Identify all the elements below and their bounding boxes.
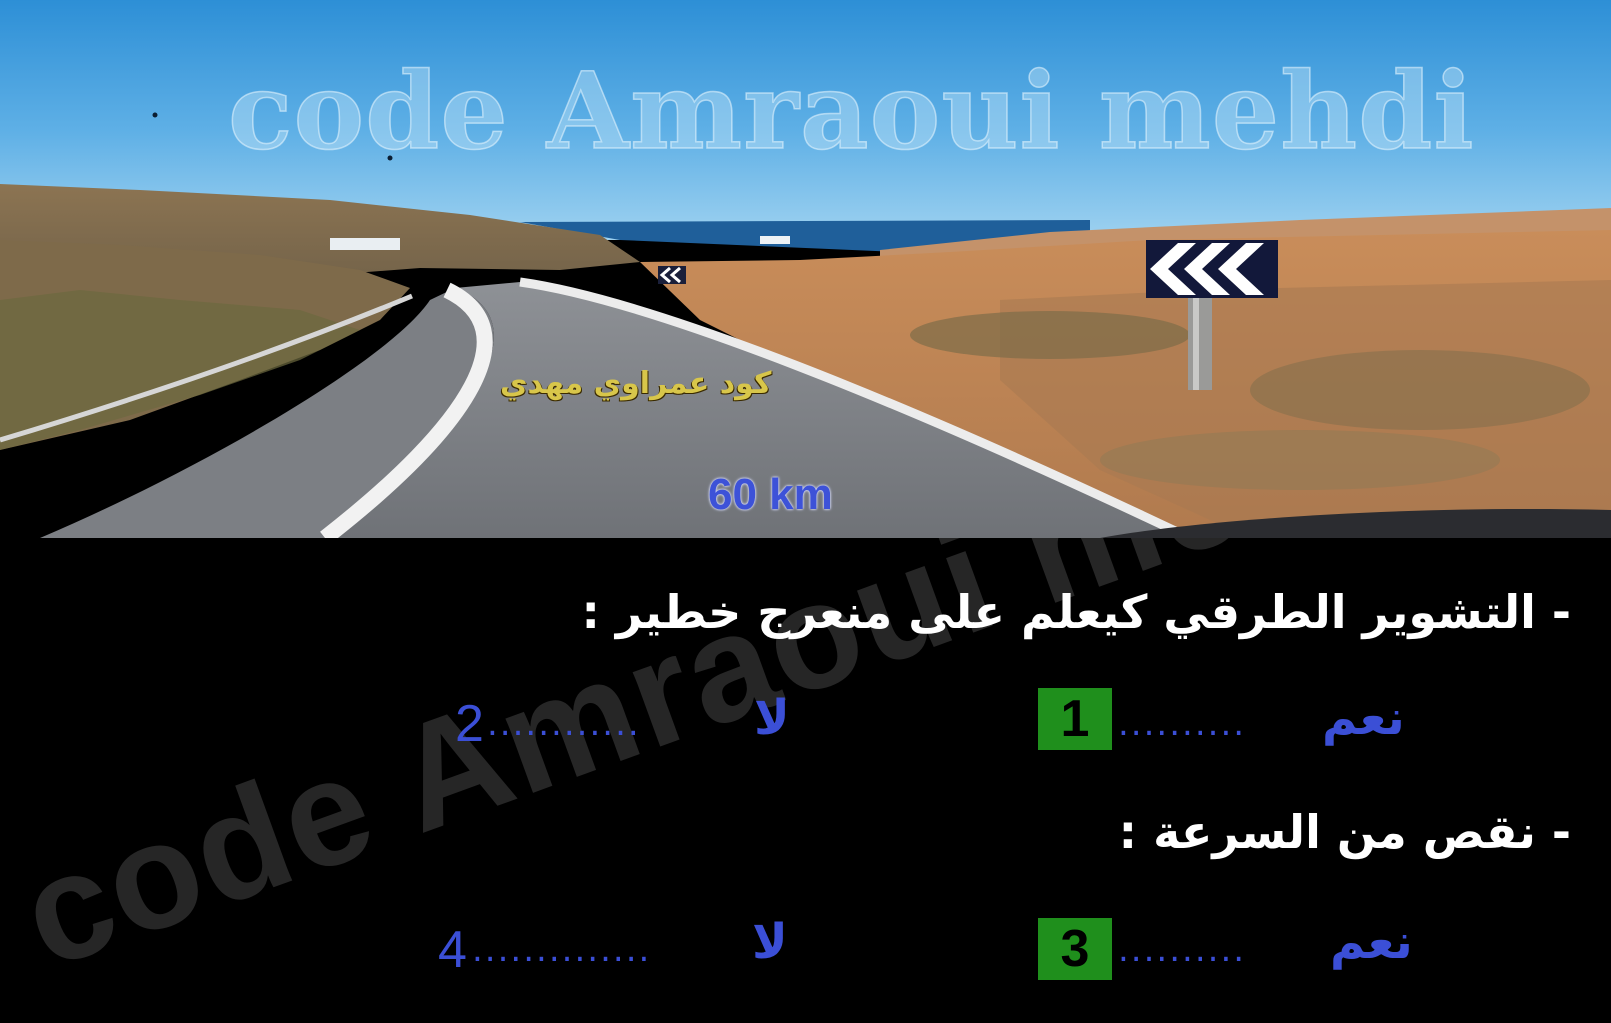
- speed-indicator: 60 km: [708, 470, 833, 519]
- answer-no-label: لا: [752, 914, 788, 970]
- answer-dots: ..............: [472, 930, 652, 970]
- answer-no-number: 2: [455, 695, 484, 753]
- answer-dots: ..........: [1118, 704, 1247, 744]
- question-1-text: - التشوير الطرقي كيعلم على منعرج خطير :: [581, 585, 1572, 639]
- road-scene: code Amraoui mehdi كود عمراوي مهدي 60 km: [0, 0, 1611, 538]
- answer-yes-label: نعم: [1330, 914, 1413, 970]
- watermark-top: code Amraoui mehdi: [227, 47, 1475, 174]
- answer-yes-label: نعم: [1322, 690, 1405, 746]
- video-frame: code Amraoui mehdi كود عمراوي مهدي 60 km…: [0, 0, 1611, 1023]
- answer-yes-number-selected: 3: [1038, 918, 1112, 980]
- answer-yes-number-selected: 1: [1038, 688, 1112, 750]
- answer-dots: ............: [487, 704, 641, 744]
- chevron-road-sign-small: [658, 266, 686, 284]
- watermark-arabic-caption: كود عمراوي مهدي: [500, 366, 772, 401]
- answer-dots: ..........: [1118, 930, 1247, 970]
- question-2-text: - نقص من السرعة :: [1118, 805, 1571, 859]
- answer-no-number: 4: [438, 921, 467, 979]
- answer-no-label: لا: [754, 690, 790, 746]
